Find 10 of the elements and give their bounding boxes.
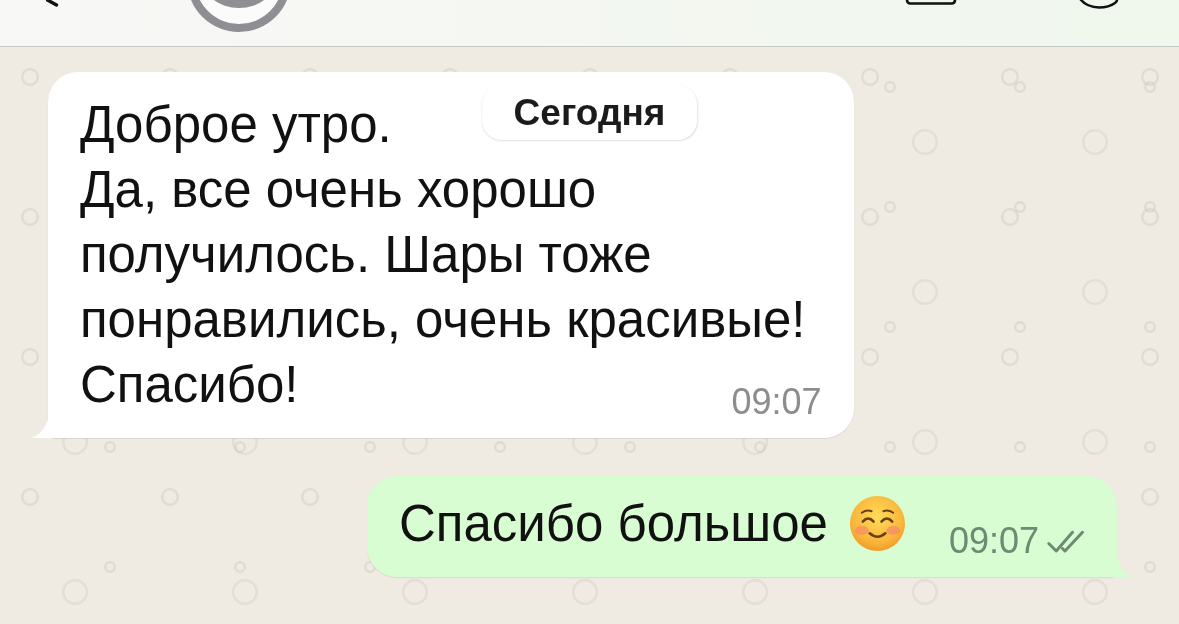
message-time: 09:07	[731, 381, 822, 423]
date-badge: Сегодня	[481, 85, 698, 140]
back-chevron-icon[interactable]	[46, 0, 60, 7]
video-camera-icon[interactable]	[905, 0, 957, 5]
message-text: Да, все очень хорошо получилось. Шары тоже понравились, очень красивые!	[80, 160, 806, 350]
message-text: Доброе утро.	[80, 95, 392, 155]
phone-icon[interactable]	[1079, 0, 1119, 9]
message-text: Спасибо!	[80, 355, 299, 415]
message-text: Спасибо большое	[398, 494, 828, 554]
message-time: 09:07	[948, 520, 1039, 562]
